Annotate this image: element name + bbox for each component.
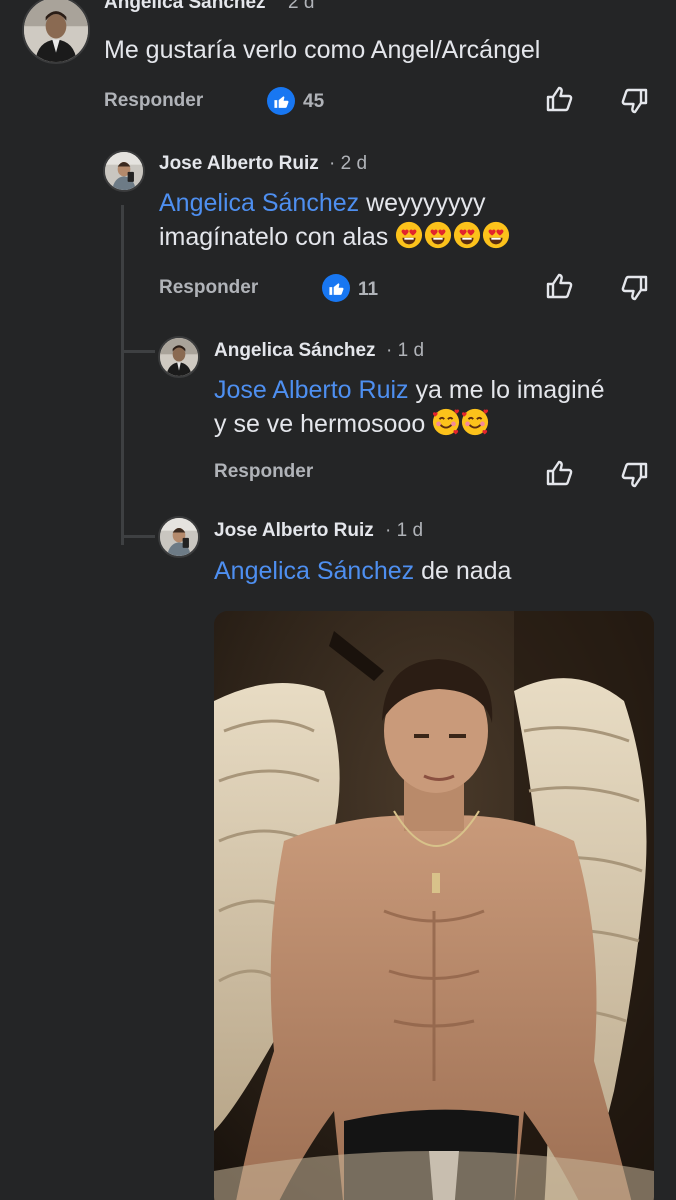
comment-text-part: imagínatelo con alas	[159, 223, 396, 251]
comment-text-part: weyyyyyyy	[359, 189, 486, 217]
comment-author[interactable]: Jose Alberto Ruiz	[214, 520, 374, 542]
heart-eyes-emoji	[395, 221, 423, 249]
upvote-icon[interactable]	[544, 458, 574, 488]
comment-text: Me gustaría verlo como Angel/Arcángel	[104, 36, 541, 64]
upvote-icon[interactable]	[544, 84, 574, 114]
comment-time[interactable]: · 1 d	[385, 520, 423, 542]
comment-text: Angelica Sánchez weyyyyyyy imagínatelo c…	[159, 186, 639, 254]
comment-text: Angelica Sánchez de nada	[214, 554, 664, 588]
heart-eyes-emoji	[453, 221, 481, 249]
avatar-jose[interactable]	[103, 150, 145, 192]
comment-photo-attachment[interactable]	[214, 611, 654, 1200]
comment-text-part: ya me lo imaginé	[408, 376, 605, 404]
heart-eyes-emoji	[482, 221, 510, 249]
like-count[interactable]: 11	[358, 279, 378, 301]
comment-time[interactable]: · 1 d	[386, 340, 424, 362]
angel-photo-image	[214, 611, 654, 1200]
downvote-icon[interactable]	[620, 86, 650, 116]
mention-link[interactable]: Jose Alberto Ruiz	[214, 376, 409, 404]
comment-time[interactable]: · 2 d	[329, 153, 367, 175]
smiling-face-with-hearts-emoji	[432, 408, 460, 436]
reply-button[interactable]: Responder	[104, 90, 203, 112]
avatar-image	[24, 0, 88, 62]
reply-button[interactable]: Responder	[159, 277, 258, 299]
comment-author[interactable]: Angelica Sánchez	[214, 340, 376, 362]
comment-author[interactable]: Jose Alberto Ruiz	[159, 153, 319, 175]
comment-text-part: y se ve hermosooo	[214, 410, 433, 438]
avatar-image	[105, 152, 143, 190]
avatar-jose[interactable]	[158, 516, 200, 558]
comment-author[interactable]: Angelica Sánchez	[104, 0, 266, 14]
avatar-angelica[interactable]	[158, 336, 200, 378]
downvote-icon[interactable]	[620, 273, 650, 303]
upvote-icon[interactable]	[544, 271, 574, 301]
like-reaction-icon[interactable]	[322, 274, 350, 302]
mention-link[interactable]: Angelica Sánchez	[214, 557, 414, 585]
thread-line	[121, 535, 155, 538]
comment-time[interactable]: 2 d	[288, 0, 314, 14]
mention-link[interactable]: Angelica Sánchez	[159, 189, 359, 217]
reply-button[interactable]: Responder	[214, 461, 313, 483]
heart-eyes-emoji	[424, 221, 452, 249]
avatar-angelica[interactable]	[22, 0, 90, 64]
comment-text-part: de nada	[414, 557, 512, 585]
like-reaction-icon[interactable]	[267, 87, 295, 115]
thread-line	[121, 205, 124, 545]
thread-line	[121, 350, 155, 353]
avatar-image	[160, 518, 198, 556]
avatar-image	[160, 338, 198, 376]
like-count[interactable]: 45	[303, 91, 324, 113]
comment-text: Jose Alberto Ruiz ya me lo imaginé y se …	[214, 373, 664, 441]
downvote-icon[interactable]	[620, 460, 650, 490]
smiling-face-with-hearts-emoji	[461, 408, 489, 436]
